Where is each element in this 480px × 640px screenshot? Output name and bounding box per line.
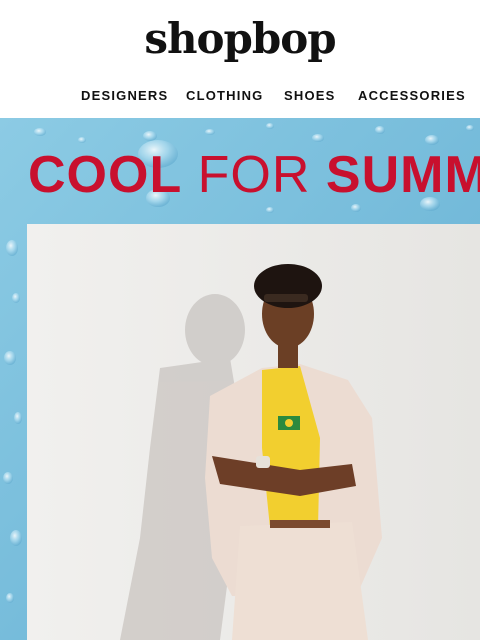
shopbop-logo[interactable]: shopbop: [0, 14, 480, 63]
site-header: shopbop DESIGNERS CLOTHING SHOES ACCESSO…: [0, 0, 480, 118]
headline-word-cool: COOL: [28, 146, 183, 204]
nav-item-accessories[interactable]: ACCESSORIES: [358, 88, 466, 103]
headline-word-for: FOR: [197, 146, 311, 204]
hero-banner[interactable]: COOL FOR SUMM: [0, 118, 480, 640]
hero-headline: COOL FOR SUMM: [28, 143, 480, 207]
nav-item-shoes[interactable]: SHOES: [284, 88, 336, 103]
headline-word-summ: SUMM: [325, 146, 480, 204]
nav-item-designers[interactable]: DESIGNERS: [81, 88, 168, 103]
main-nav: DESIGNERS CLOTHING SHOES ACCESSORIES: [0, 88, 480, 108]
nav-item-clothing[interactable]: CLOTHING: [186, 88, 263, 103]
